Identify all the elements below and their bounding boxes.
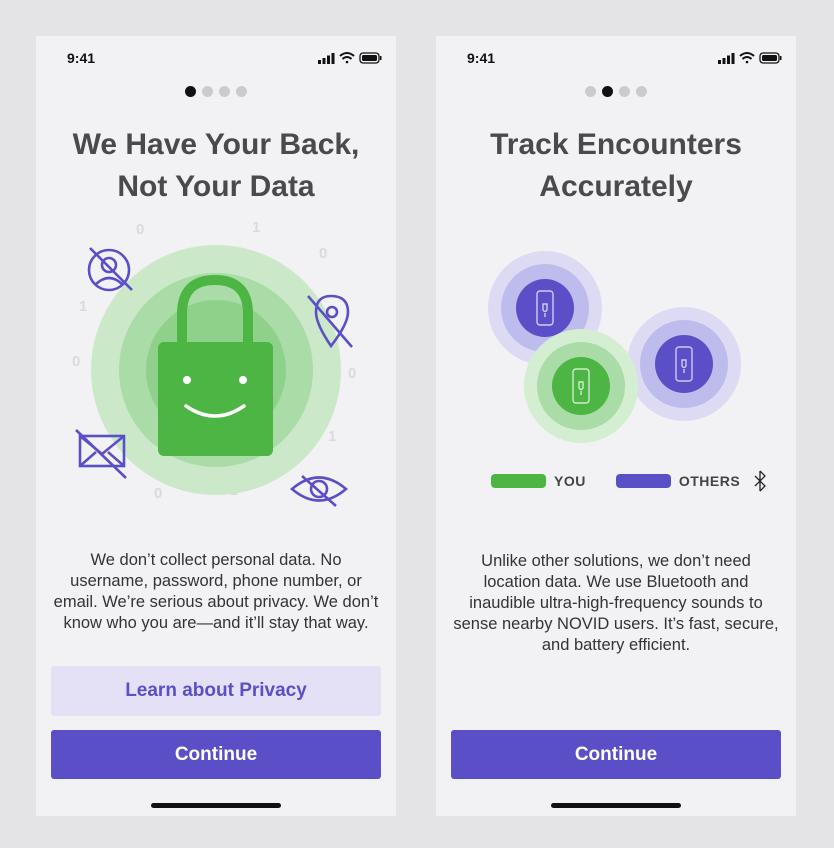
home-indicator[interactable]	[551, 803, 681, 808]
home-indicator[interactable]	[151, 803, 281, 808]
binary-digit: 0	[136, 221, 144, 238]
binary-digit: 1	[328, 428, 336, 445]
binary-digit: 1	[252, 219, 260, 236]
legend-others: OTHERS	[615, 473, 741, 489]
legend-others-label: OTHERS	[678, 473, 741, 489]
encounters-illustration	[488, 251, 741, 443]
binary-digit: 1	[79, 298, 87, 315]
binary-digit: 0	[72, 353, 80, 370]
bluetooth-icon	[754, 470, 767, 492]
binary-digit: 0	[154, 485, 162, 502]
continue-button[interactable]: Continue	[451, 730, 781, 779]
hidden-user-icon	[87, 247, 133, 292]
onboarding-screen-tracking: 9:41 Track Encounters Accurately YOU OTH…	[436, 36, 796, 816]
legend-you-label: YOU	[554, 473, 586, 489]
tracking-description: Unlike other solutions, we don’t need lo…	[453, 552, 779, 654]
other-user-bubble-2	[627, 307, 741, 421]
onboarding-screen-privacy: 9:41 We Have Your Back, Not Your Data 0 …	[36, 36, 396, 816]
binary-digit: 0	[319, 245, 327, 262]
continue-button[interactable]: Continue	[51, 730, 381, 779]
privacy-description: We don’t collect personal data. No usern…	[53, 551, 379, 632]
learn-about-privacy-button[interactable]: Learn about Privacy	[51, 666, 381, 716]
legend-you: YOU	[491, 473, 586, 489]
no-email-icon	[75, 429, 127, 479]
hidden-eye-icon	[289, 475, 349, 507]
legend-others-swatch	[615, 474, 671, 488]
privacy-illustration: 0 1 0 0 1 0 1 0 0 1 0 1 0 1 0 0	[72, 219, 356, 507]
legend: YOU OTHERS	[491, 470, 768, 492]
you-bubble	[524, 329, 638, 443]
legend-you-swatch	[491, 474, 546, 488]
binary-digit: 0	[348, 365, 356, 382]
